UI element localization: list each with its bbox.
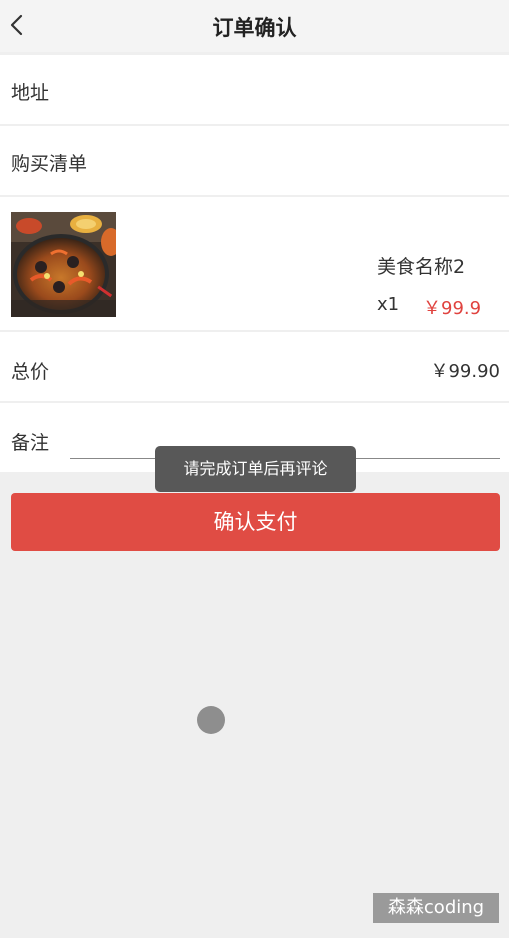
watermark: 森森coding bbox=[373, 893, 499, 923]
purchase-list-header: 购买清单 bbox=[0, 126, 509, 195]
item-price: ￥99.9 bbox=[423, 298, 482, 319]
total-value: ￥99.90 bbox=[430, 361, 500, 382]
purchase-list-label: 购买清单 bbox=[11, 153, 88, 175]
item-quantity: x1 bbox=[377, 294, 400, 315]
food-name: 美食名称2 bbox=[377, 256, 466, 278]
page-title: 订单确认 bbox=[212, 16, 297, 40]
total-label: 总价 bbox=[11, 361, 50, 383]
paella-image bbox=[11, 212, 116, 317]
address-label: 地址 bbox=[11, 82, 50, 104]
remark-label: 备注 bbox=[11, 432, 50, 454]
address-row[interactable]: 地址 bbox=[0, 55, 509, 124]
confirm-pay-button[interactable]: 确认支付 bbox=[11, 493, 500, 551]
touch-indicator bbox=[197, 706, 225, 734]
food-thumbnail bbox=[11, 212, 116, 317]
top-nav-bar: 订单确认 bbox=[0, 0, 509, 52]
toast-message: 请完成订单后再评论 bbox=[155, 446, 356, 492]
